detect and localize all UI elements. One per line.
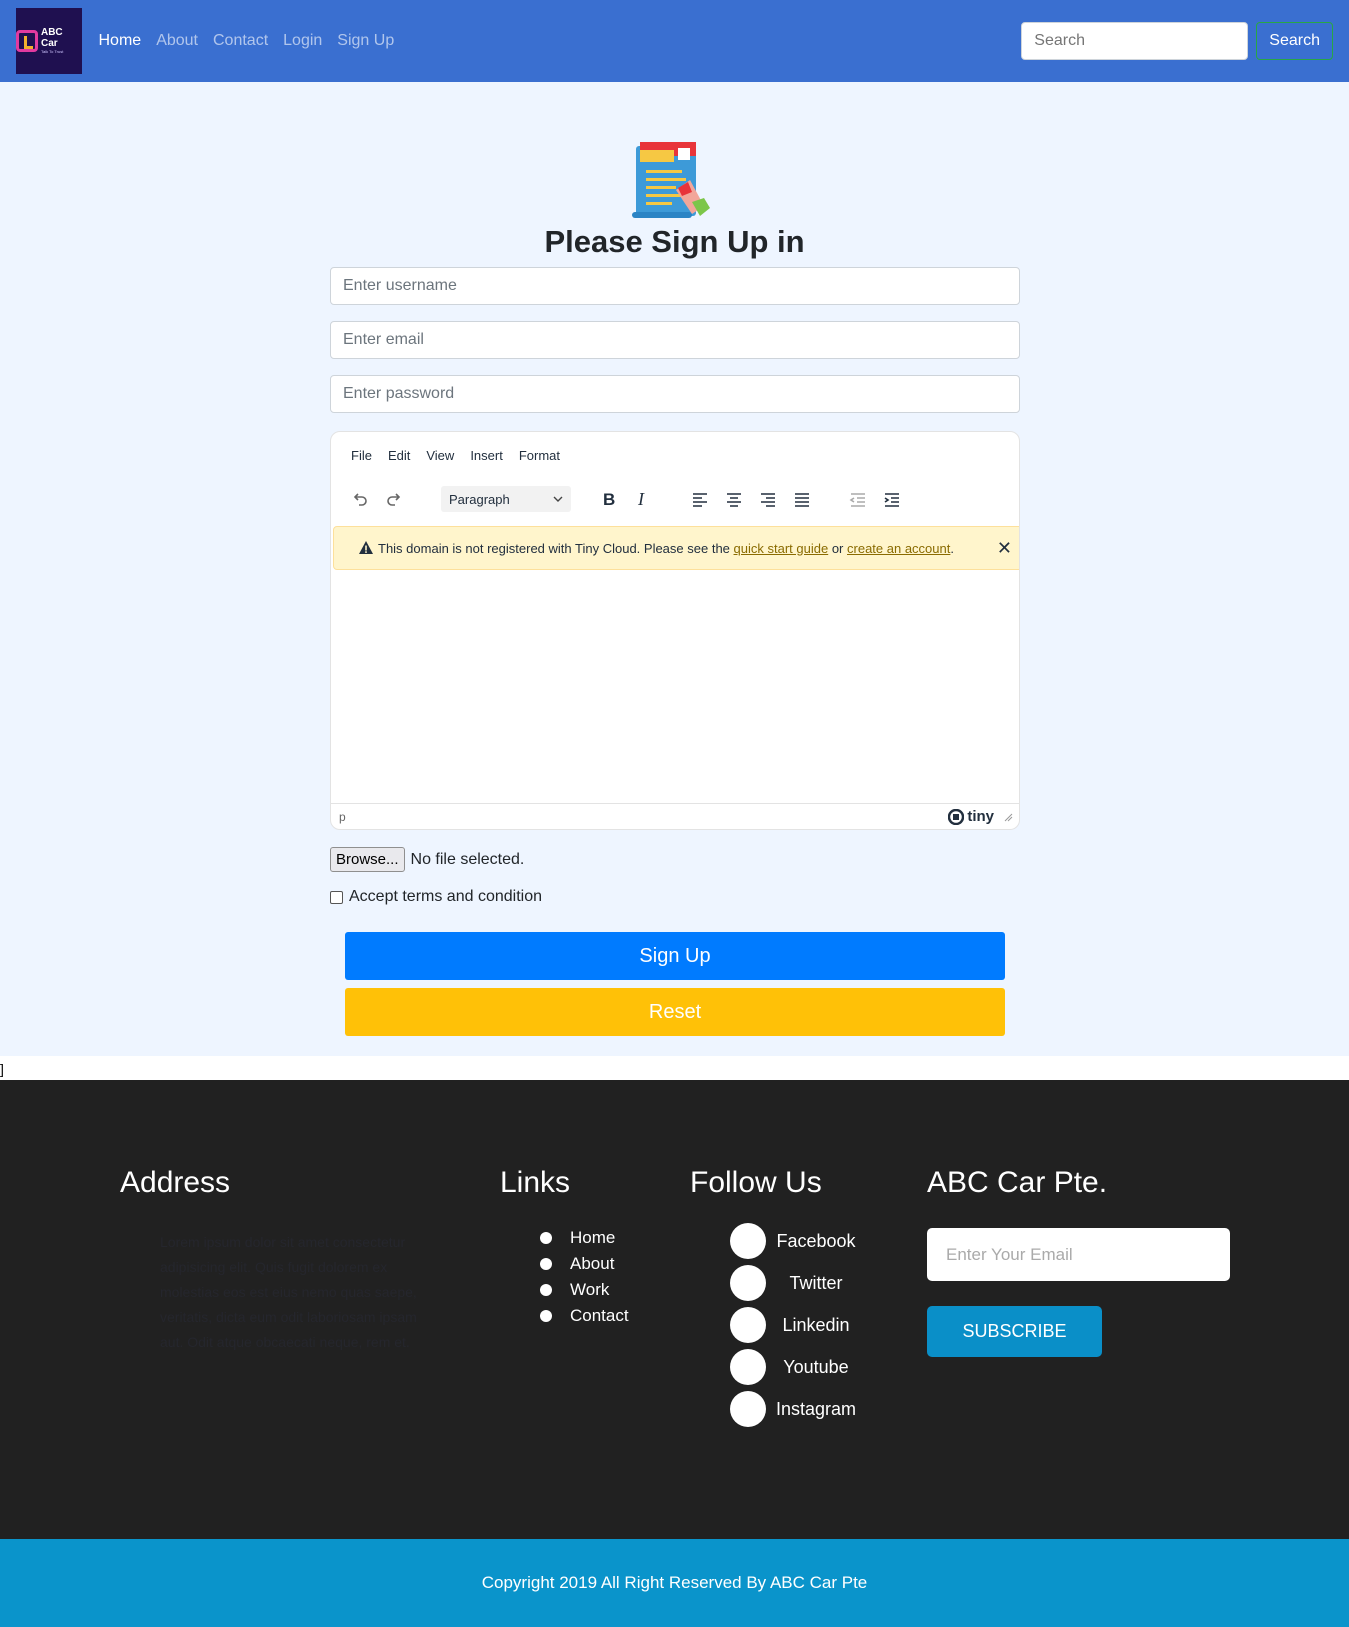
rich-text-editor: File Edit View Insert Format Paragraph B… xyxy=(330,431,1020,830)
editor-menubar: File Edit View Insert Format xyxy=(343,448,568,463)
nav-links: Home About Contact Login Sign Up xyxy=(91,32,402,50)
facebook-icon xyxy=(730,1223,766,1259)
newsletter-email-input[interactable]: Enter Your Email xyxy=(927,1228,1230,1281)
footer-link-work[interactable]: Work xyxy=(540,1277,629,1303)
block-format-select[interactable]: Paragraph xyxy=(441,486,571,512)
warning-or: or xyxy=(831,540,844,556)
tiny-brand-text: tiny xyxy=(967,808,994,825)
social-label: Instagram xyxy=(775,1398,857,1419)
nav-link-login[interactable]: Login xyxy=(276,32,330,50)
svg-text:I: I xyxy=(637,489,645,509)
tiny-logo-icon xyxy=(948,808,965,825)
follow-heading: Follow Us xyxy=(690,1166,822,1199)
instagram-icon xyxy=(730,1391,766,1427)
brand-logo[interactable]: ABC Car Talk To Trust xyxy=(16,8,82,74)
align-justify-icon[interactable] xyxy=(785,484,819,514)
social-label: Youtube xyxy=(783,1356,849,1377)
resize-handle-icon[interactable] xyxy=(1003,812,1013,822)
stray-character: ] xyxy=(0,1061,4,1077)
search-input[interactable] xyxy=(1021,22,1249,60)
svg-text:B: B xyxy=(603,490,615,509)
footer-link-home[interactable]: Home xyxy=(540,1225,629,1251)
element-path[interactable]: p xyxy=(339,810,346,824)
signup-section: Please Sign Up in Enter username Enter e… xyxy=(0,82,1349,1056)
email-input[interactable]: Enter email xyxy=(330,321,1020,359)
password-input[interactable]: Enter password xyxy=(330,375,1020,413)
social-facebook[interactable]: Facebook xyxy=(730,1220,866,1262)
signup-button[interactable]: Sign Up xyxy=(345,932,1005,980)
footer-link-contact[interactable]: Contact xyxy=(540,1303,629,1329)
nav-link-home[interactable]: Home xyxy=(91,32,149,50)
reset-button[interactable]: Reset xyxy=(345,988,1005,1036)
nav-link-contact[interactable]: Contact xyxy=(206,32,276,50)
footer: Address Lorem ipsum dolor sit amet conse… xyxy=(0,1080,1349,1539)
close-icon[interactable]: ✕ xyxy=(997,538,1012,559)
copyright-bar: Copyright 2019 All Right Reserved By ABC… xyxy=(0,1539,1349,1627)
file-status: No file selected. xyxy=(410,850,525,868)
menu-insert[interactable]: Insert xyxy=(462,448,511,463)
address-text: Lorem ipsum dolor sit amet consectetur a… xyxy=(160,1234,417,1350)
page-title: Please Sign Up in xyxy=(544,224,805,259)
italic-icon[interactable]: I xyxy=(625,484,659,514)
menu-view[interactable]: View xyxy=(418,448,462,463)
footer-links: Home About Work Contact xyxy=(540,1225,629,1329)
quick-start-link[interactable]: quick start guide xyxy=(734,541,829,556)
social-linkedin[interactable]: Linkedin xyxy=(730,1304,866,1346)
twitter-icon xyxy=(730,1265,766,1301)
youtube-icon xyxy=(730,1349,766,1385)
logo-text: ABC Car Talk To Trust xyxy=(41,27,82,55)
outdent-icon[interactable] xyxy=(841,484,875,514)
file-upload: Browse... No file selected. xyxy=(330,847,524,872)
terms-label: Accept terms and condition xyxy=(349,888,542,905)
logo-tagline: Talk To Trust xyxy=(40,49,64,54)
warning-icon xyxy=(359,541,373,554)
logo-icon xyxy=(16,30,38,52)
bold-icon[interactable]: B xyxy=(591,484,625,514)
browse-button[interactable]: Browse... xyxy=(330,847,405,872)
nav-link-about[interactable]: About xyxy=(149,32,206,50)
navbar: ABC Car Talk To Trust Home About Contact… xyxy=(0,0,1349,82)
align-left-icon[interactable] xyxy=(683,484,717,514)
form-document-icon xyxy=(632,142,710,218)
social-twitter[interactable]: Twitter xyxy=(730,1262,866,1304)
terms-checkbox[interactable] xyxy=(330,890,343,904)
menu-file[interactable]: File xyxy=(343,448,380,463)
create-account-link[interactable]: create an account xyxy=(847,541,950,556)
warning-text: This domain is not registered with Tiny … xyxy=(378,540,730,556)
nav-search: Search xyxy=(1021,22,1333,60)
social-instagram[interactable]: Instagram xyxy=(730,1388,866,1430)
undo-icon[interactable] xyxy=(343,484,377,514)
footer-link-about[interactable]: About xyxy=(540,1251,629,1277)
social-links: Facebook Twitter Linkedin Youtube Instag… xyxy=(730,1220,866,1430)
tiny-brand[interactable]: tiny xyxy=(948,808,1013,825)
warning-end: . xyxy=(950,540,954,556)
links-heading: Links xyxy=(500,1166,571,1199)
editor-toolbar: Paragraph B I xyxy=(343,484,909,514)
align-center-icon[interactable] xyxy=(717,484,751,514)
align-right-icon[interactable] xyxy=(751,484,785,514)
nav-link-signup[interactable]: Sign Up xyxy=(330,32,402,50)
tiny-cloud-warning: This domain is not registered with Tiny … xyxy=(333,526,1019,570)
social-label: Facebook xyxy=(776,1230,856,1251)
address-heading: Address xyxy=(120,1166,231,1199)
social-label: Linkedin xyxy=(782,1314,850,1335)
username-input[interactable]: Enter username xyxy=(330,267,1020,305)
search-button[interactable]: Search xyxy=(1256,22,1333,60)
indent-icon[interactable] xyxy=(875,484,909,514)
terms-row: Accept terms and condition xyxy=(330,888,542,906)
logo-title: ABC Car xyxy=(40,27,63,49)
chevron-down-icon xyxy=(553,496,563,502)
editor-statusbar: p tiny xyxy=(331,803,1019,829)
block-format-value: Paragraph xyxy=(449,491,510,507)
social-label: Twitter xyxy=(789,1272,843,1293)
social-youtube[interactable]: Youtube xyxy=(730,1346,866,1388)
linkedin-icon xyxy=(730,1307,766,1343)
subscribe-button[interactable]: SUBSCRIBE xyxy=(927,1306,1102,1357)
menu-format[interactable]: Format xyxy=(511,448,568,463)
editor-content-area[interactable] xyxy=(331,572,1019,805)
menu-edit[interactable]: Edit xyxy=(380,448,418,463)
company-heading: ABC Car Pte. xyxy=(927,1166,1108,1199)
redo-icon[interactable] xyxy=(377,484,411,514)
